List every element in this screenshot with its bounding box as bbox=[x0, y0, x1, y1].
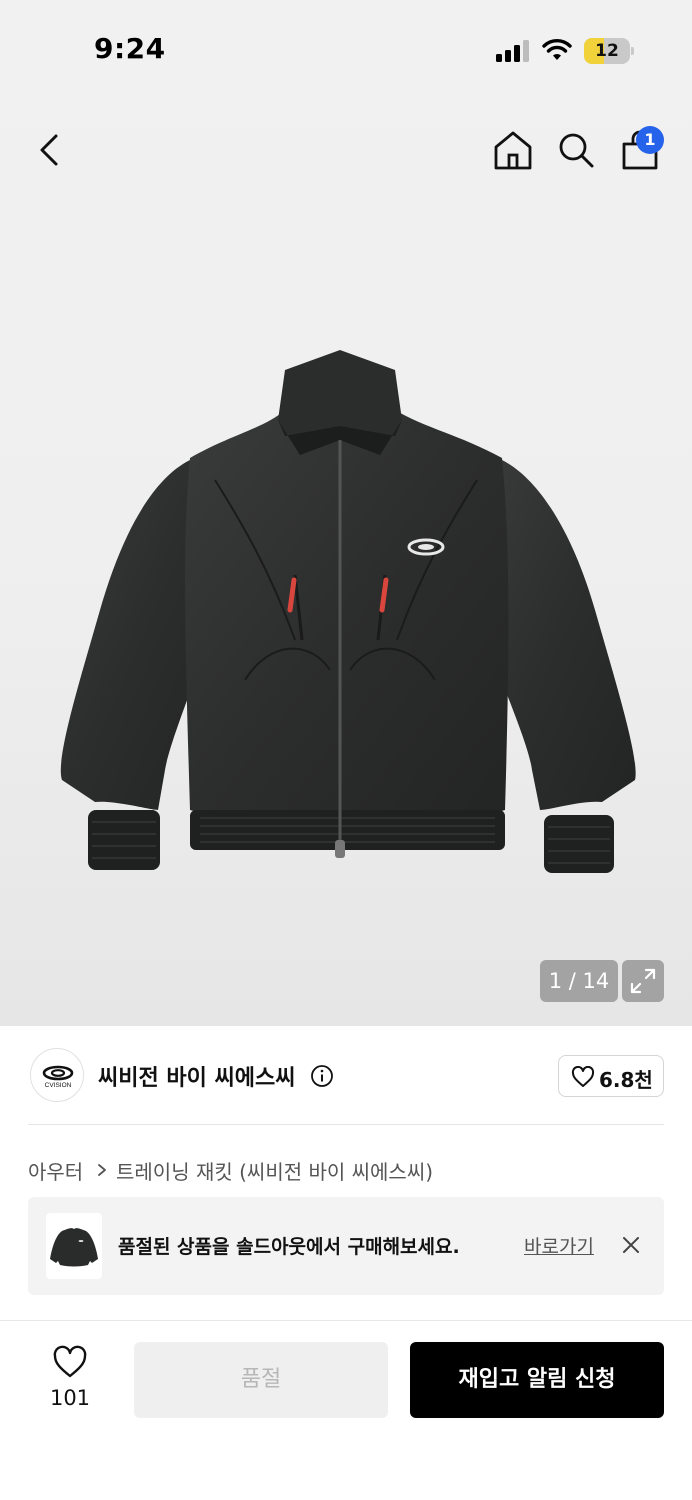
cellular-signal-icon bbox=[496, 40, 529, 62]
cart-count-badge: 1 bbox=[636, 126, 664, 154]
wifi-icon bbox=[542, 39, 572, 60]
banner-message: 품절된 상품을 솔드아웃에서 구매해보세요. bbox=[118, 1236, 460, 1258]
brand-like-count: 6.8천 bbox=[599, 1068, 653, 1092]
brand-logo-mark: CVISION bbox=[42, 1065, 74, 1089]
info-icon[interactable] bbox=[310, 1064, 334, 1088]
battery-icon: 12 bbox=[584, 38, 634, 64]
status-time: 9:24 bbox=[94, 32, 166, 65]
brand-logo[interactable]: CVISION bbox=[30, 1048, 84, 1102]
brand-like-button[interactable]: 6.8천 bbox=[558, 1055, 664, 1097]
product-photo[interactable] bbox=[40, 340, 652, 900]
divider bbox=[28, 1124, 664, 1125]
soldout-banner[interactable]: 품절된 상품을 솔드아웃에서 구매해보세요. 바로가기 bbox=[28, 1197, 664, 1295]
heart-icon bbox=[571, 1066, 595, 1087]
restock-alert-button[interactable]: 재입고 알림 신청 bbox=[410, 1342, 664, 1418]
home-icon[interactable] bbox=[492, 128, 534, 172]
product-image-area[interactable]: 9:24 12 1 1 / 14 bbox=[0, 0, 692, 1026]
battery-level: 12 bbox=[595, 41, 619, 61]
brand-name[interactable]: 씨비전 바이 씨에스씨 bbox=[98, 1060, 295, 1092]
search-icon[interactable] bbox=[556, 130, 596, 170]
product-like-count: 101 bbox=[49, 1386, 91, 1410]
breadcrumb-category[interactable]: 아우터 bbox=[28, 1156, 83, 1185]
expand-icon[interactable] bbox=[622, 960, 664, 1002]
chevron-left-icon[interactable] bbox=[30, 128, 70, 172]
close-icon[interactable] bbox=[620, 1234, 642, 1256]
image-counter: 1 / 14 bbox=[540, 960, 618, 1002]
breadcrumb-product[interactable]: 트레이닝 재킷 (씨비전 바이 씨에스씨) bbox=[116, 1156, 433, 1185]
banner-shortcut-link[interactable]: 바로가기 bbox=[524, 1232, 594, 1259]
soldout-button: 품절 bbox=[134, 1342, 388, 1418]
chevron-right-icon bbox=[98, 1164, 106, 1176]
banner-thumbnail bbox=[46, 1213, 102, 1279]
brand-logo-text: CVISION bbox=[45, 1082, 72, 1089]
heart-icon[interactable] bbox=[52, 1345, 88, 1379]
status-bar: 9:24 12 bbox=[0, 0, 692, 100]
